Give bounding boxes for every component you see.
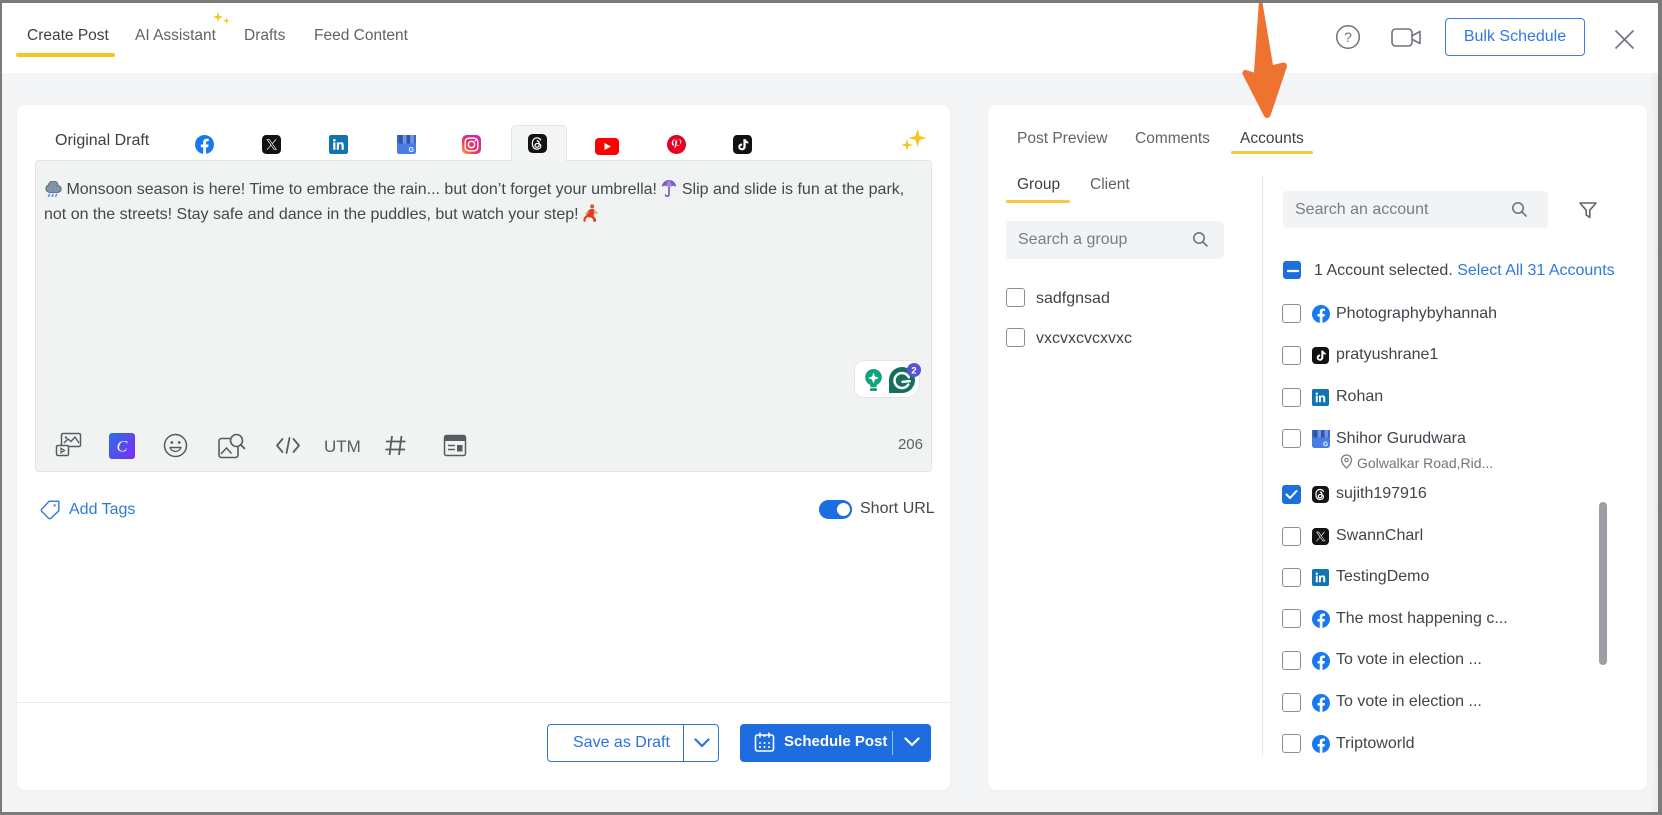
svg-text:?: ?	[1344, 29, 1352, 45]
svg-text:2: 2	[911, 365, 916, 375]
svg-text:G: G	[1323, 441, 1328, 448]
svg-text:G: G	[409, 147, 414, 154]
svg-text:C: C	[117, 439, 128, 456]
